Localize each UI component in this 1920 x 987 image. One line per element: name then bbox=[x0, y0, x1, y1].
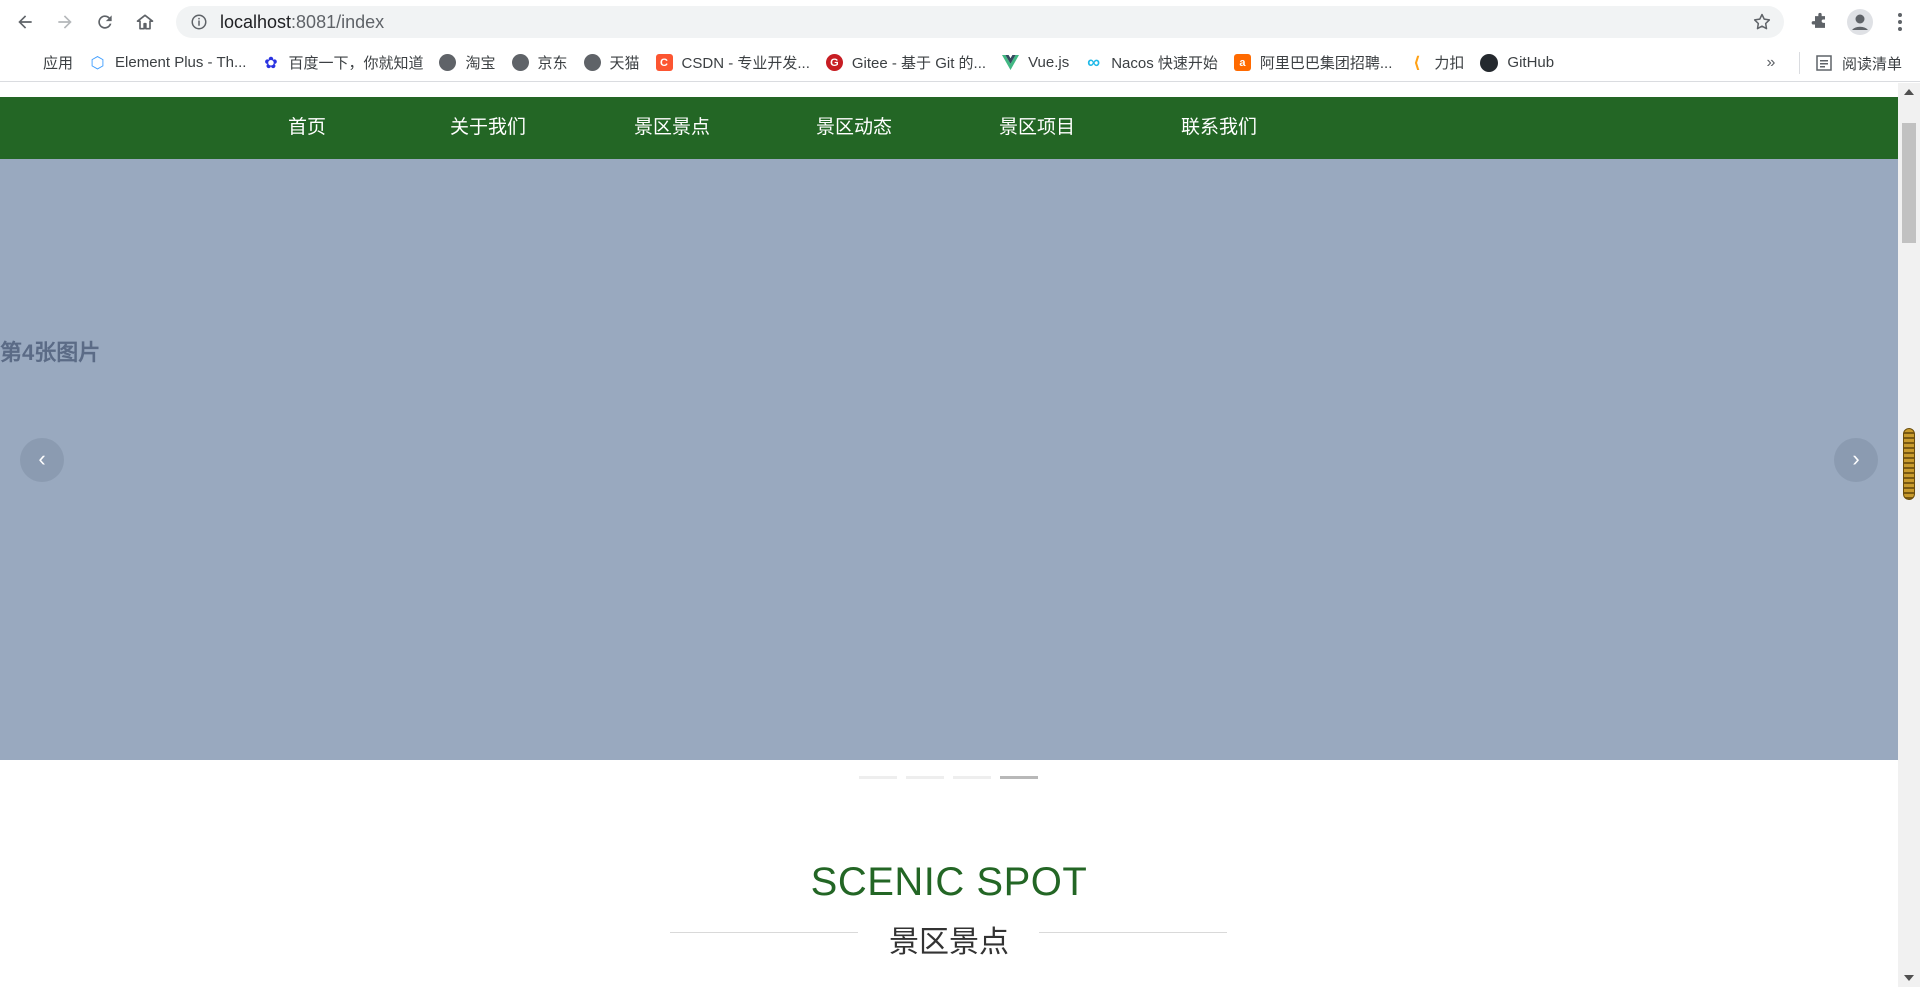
bookmark-label: 百度一下，你就知道 bbox=[288, 55, 424, 72]
nav-item-news[interactable]: 景区动态 bbox=[816, 97, 892, 159]
carousel-dot[interactable] bbox=[1000, 776, 1038, 779]
bookmark-csdn[interactable]: C CSDN - 专业开发... bbox=[648, 48, 818, 78]
bookmark-leetcode[interactable]: ⟨ 力扣 bbox=[1400, 48, 1472, 78]
home-button[interactable] bbox=[128, 5, 162, 39]
nav-item-scenic-spots[interactable]: 景区景点 bbox=[634, 97, 710, 159]
carousel-dot[interactable] bbox=[906, 776, 944, 779]
reload-icon bbox=[98, 15, 112, 29]
reading-list-icon bbox=[1816, 55, 1833, 72]
title-divider-right bbox=[1039, 932, 1227, 933]
bookmarks-bar: 应用 ⬡ Element Plus - Th... ✿ 百度一下，你就知道 淘宝… bbox=[0, 44, 1920, 82]
csdn-icon: C bbox=[655, 54, 673, 71]
carousel-dot[interactable] bbox=[859, 776, 897, 779]
profile-button[interactable] bbox=[1840, 2, 1880, 42]
extensions-button[interactable] bbox=[1800, 2, 1840, 42]
nacos-icon: ∞ bbox=[1087, 52, 1101, 72]
carousel-indicators bbox=[859, 776, 1047, 779]
bookmark-label: GitHub bbox=[1507, 54, 1555, 71]
section-title-en: SCENIC SPOT bbox=[810, 860, 1088, 904]
browser-toolbar: localhost:8081/index bbox=[0, 0, 1920, 44]
globe-icon bbox=[511, 54, 529, 71]
info-icon[interactable] bbox=[190, 13, 208, 31]
bookmark-vue[interactable]: Vue.js bbox=[994, 48, 1077, 78]
carousel-next-button[interactable]: › bbox=[1834, 438, 1878, 482]
leetcode-icon: ⟨ bbox=[1413, 54, 1421, 72]
menu-button[interactable] bbox=[1880, 2, 1920, 42]
scroll-handle-widget[interactable] bbox=[1903, 428, 1915, 500]
bookmark-label: Nacos 快速开始 bbox=[1111, 55, 1218, 72]
element-plus-icon: ⬡ bbox=[90, 54, 105, 72]
nav-item-about[interactable]: 关于我们 bbox=[450, 97, 526, 159]
page-viewport: 首页 关于我们 景区景点 景区动态 景区项目 联系我们 第4张图片 ‹ › SC… bbox=[0, 83, 1898, 987]
forward-button[interactable] bbox=[48, 5, 82, 39]
url-host: localhost bbox=[220, 11, 292, 32]
chevron-left-icon: ‹ bbox=[38, 446, 46, 471]
bookmark-nacos[interactable]: ∞ Nacos 快速开始 bbox=[1077, 48, 1226, 78]
address-bar[interactable]: localhost:8081/index bbox=[176, 6, 1784, 38]
bookmark-tmall[interactable]: 天猫 bbox=[576, 48, 648, 78]
site-nav: 首页 关于我们 景区景点 景区动态 景区项目 联系我们 bbox=[0, 97, 1898, 159]
section-title-zh: 景区景点 bbox=[889, 926, 1009, 959]
page-scrollbar[interactable] bbox=[1898, 83, 1920, 987]
back-arrow-icon bbox=[18, 15, 32, 29]
reading-list-button[interactable]: 阅读清单 bbox=[1808, 48, 1920, 78]
vue-icon bbox=[1002, 54, 1020, 71]
avatar-icon bbox=[1847, 9, 1873, 35]
bookmark-label: 阿里巴巴集团招聘... bbox=[1259, 55, 1393, 72]
apps-grid-icon bbox=[18, 55, 34, 71]
bookmarks-right: » 阅读清单 bbox=[1751, 44, 1920, 82]
carousel-prev-button[interactable]: ‹ bbox=[20, 438, 64, 482]
bookmark-label: Vue.js bbox=[1028, 54, 1070, 71]
scroll-up-arrow-icon[interactable] bbox=[1904, 89, 1914, 95]
bookmark-label: CSDN - 专业开发... bbox=[681, 55, 810, 72]
bookmark-apps[interactable]: 应用 bbox=[10, 48, 81, 78]
carousel-dot[interactable] bbox=[953, 776, 991, 779]
bookmark-github[interactable]: GitHub bbox=[1472, 48, 1562, 78]
chevron-right-icon: › bbox=[1852, 446, 1860, 471]
scrollbar-thumb[interactable] bbox=[1902, 123, 1916, 243]
puzzle-icon bbox=[1811, 12, 1825, 28]
slide-caption: 第4张图片 bbox=[0, 340, 101, 365]
bookmark-label: Element Plus - Th... bbox=[115, 54, 247, 71]
url-path: :8081/index bbox=[291, 11, 385, 32]
more-bookmarks-button[interactable]: » bbox=[1751, 54, 1791, 72]
bookmark-star-icon[interactable] bbox=[1752, 12, 1772, 32]
baidu-icon: ✿ bbox=[264, 54, 278, 72]
forward-arrow-icon bbox=[58, 15, 72, 29]
home-icon bbox=[136, 14, 154, 30]
hero-carousel: 第4张图片 ‹ › bbox=[0, 159, 1898, 760]
bookmark-alibaba[interactable]: a 阿里巴巴集团招聘... bbox=[1226, 48, 1401, 78]
url-text: localhost:8081/index bbox=[220, 12, 384, 33]
bookmark-label: 淘宝 bbox=[465, 55, 496, 72]
bookmark-jd[interactable]: 京东 bbox=[504, 48, 576, 78]
reload-button[interactable] bbox=[88, 5, 122, 39]
bookmark-label: 京东 bbox=[537, 55, 568, 72]
divider bbox=[1798, 52, 1800, 74]
alibaba-icon: a bbox=[1233, 54, 1251, 71]
scroll-down-arrow-icon[interactable] bbox=[1904, 975, 1914, 981]
globe-icon bbox=[439, 54, 457, 71]
gitee-icon: G bbox=[825, 54, 843, 71]
nav-item-projects[interactable]: 景区项目 bbox=[999, 97, 1075, 159]
browser-right-tools bbox=[1800, 0, 1920, 44]
bookmark-element-plus[interactable]: ⬡ Element Plus - Th... bbox=[81, 48, 254, 78]
reading-list-label: 阅读清单 bbox=[1841, 55, 1902, 73]
bookmark-gitee[interactable]: G Gitee - 基于 Git 的... bbox=[818, 48, 994, 78]
bookmark-label: 应用 bbox=[43, 55, 74, 72]
bookmark-label: 天猫 bbox=[609, 55, 640, 72]
bookmark-label: 力扣 bbox=[1434, 55, 1465, 72]
github-icon bbox=[1480, 53, 1499, 72]
nav-item-contact[interactable]: 联系我们 bbox=[1181, 97, 1257, 159]
bookmark-baidu[interactable]: ✿ 百度一下，你就知道 bbox=[254, 48, 431, 78]
kebab-menu-icon bbox=[1898, 13, 1902, 31]
globe-icon bbox=[583, 54, 601, 71]
back-button[interactable] bbox=[8, 5, 42, 39]
bookmark-label: Gitee - 基于 Git 的... bbox=[851, 55, 987, 72]
nav-item-home[interactable]: 首页 bbox=[288, 97, 326, 159]
bookmark-taobao[interactable]: 淘宝 bbox=[431, 48, 503, 78]
